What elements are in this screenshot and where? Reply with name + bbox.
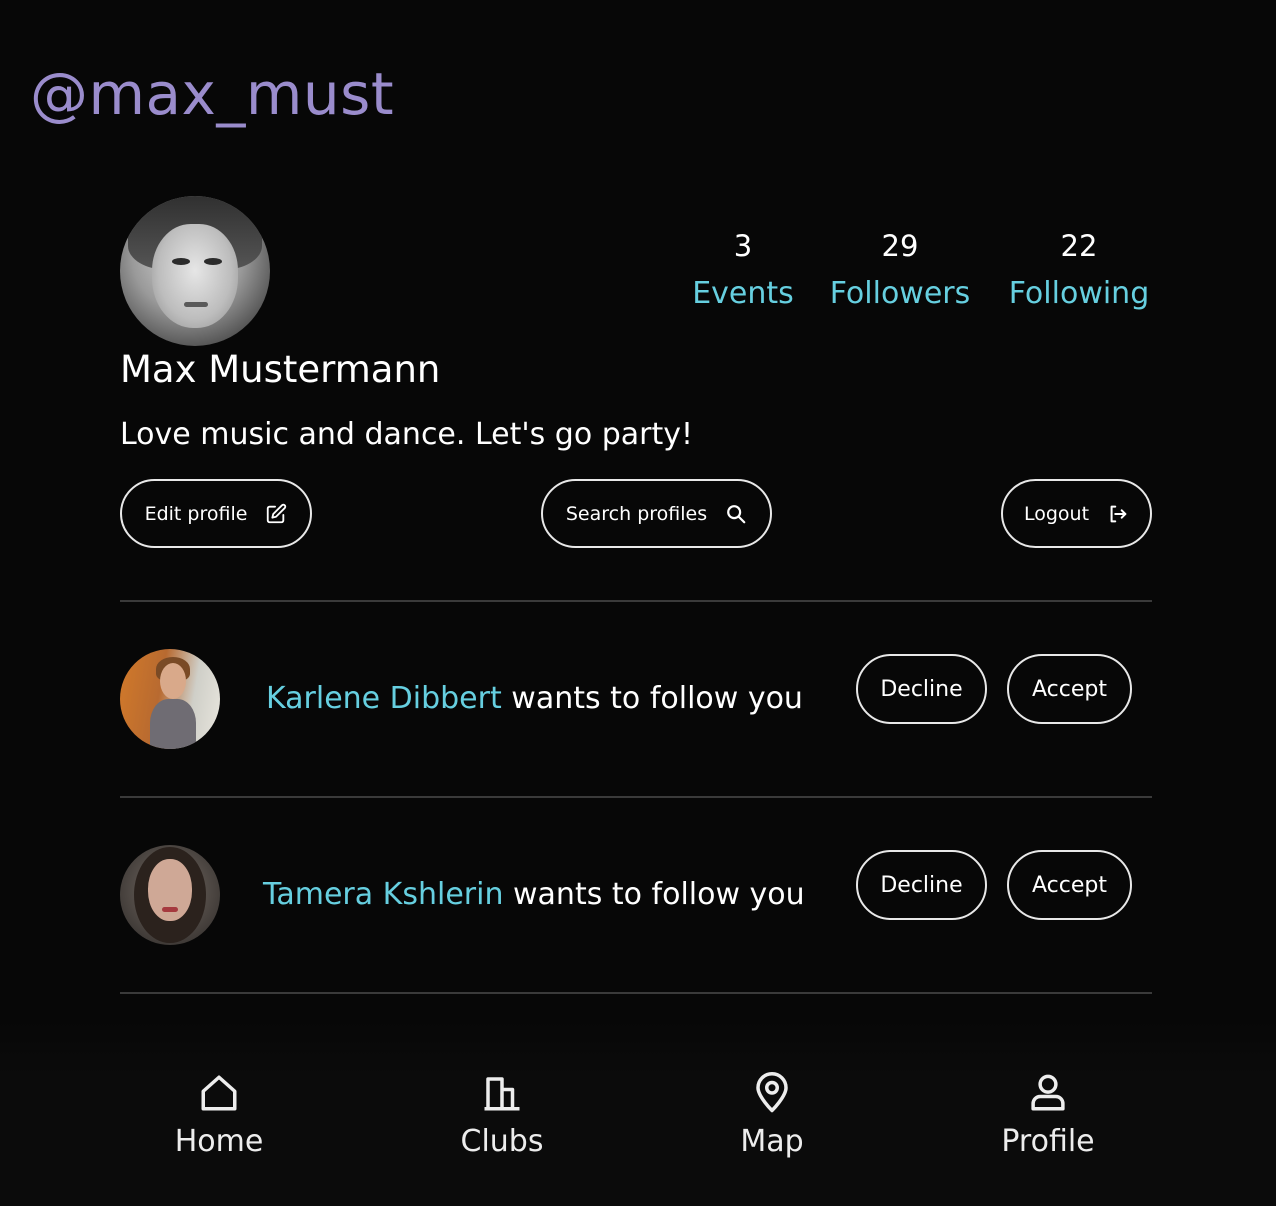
section-divider — [120, 992, 1152, 994]
avatar-eye-left — [172, 258, 190, 265]
nav-profile-label: Profile — [1001, 1124, 1095, 1159]
search-profiles-label: Search profiles — [565, 502, 708, 525]
follow-request-text: Tamera Kshlerin wants to follow you — [263, 874, 805, 916]
nav-home[interactable]: Home — [139, 1072, 299, 1162]
edit-profile-label: Edit profile — [144, 502, 248, 525]
map-pin-icon — [756, 1072, 788, 1113]
user-icon — [1031, 1074, 1065, 1111]
accept-button[interactable]: Accept — [1007, 850, 1132, 920]
home-icon — [201, 1075, 237, 1111]
profile-page: @max_must 3 Events 29 Followers 22 Follo… — [0, 0, 1276, 1206]
request-avatar[interactable] — [120, 845, 220, 945]
request-message: wants to follow you — [511, 681, 803, 716]
avatar-lips — [162, 907, 178, 912]
nav-clubs[interactable]: Clubs — [422, 1072, 582, 1162]
events-label[interactable]: Events — [680, 272, 806, 316]
section-divider — [120, 796, 1152, 798]
following-label[interactable]: Following — [1002, 272, 1156, 316]
stat-events[interactable]: 3 Events — [680, 226, 806, 316]
profile-stats: 3 Events 29 Followers 22 Following — [680, 226, 1160, 326]
logout-label: Logout — [1023, 502, 1090, 525]
avatar-body — [150, 699, 196, 749]
nav-profile[interactable]: Profile — [968, 1072, 1128, 1162]
avatar-head — [160, 663, 186, 699]
bottom-nav: Home Clubs Map Profile — [0, 1020, 1276, 1206]
following-count: 22 — [1060, 229, 1098, 263]
nav-map-label: Map — [740, 1124, 804, 1159]
stat-followers[interactable]: 29 Followers — [824, 226, 976, 316]
decline-button[interactable]: Decline — [856, 850, 987, 920]
request-avatar[interactable] — [120, 649, 220, 749]
building-icon — [484, 1077, 520, 1111]
logout-button[interactable]: Logout — [1001, 479, 1152, 548]
profile-bio: Love music and dance. Let's go party! — [120, 417, 694, 452]
stat-following[interactable]: 22 Following — [1002, 226, 1156, 316]
followers-label[interactable]: Followers — [824, 272, 976, 316]
nav-home-label: Home — [174, 1124, 264, 1159]
profile-avatar — [120, 196, 270, 346]
avatar-face — [152, 224, 238, 328]
avatar-mouth — [184, 302, 208, 307]
followers-count: 29 — [881, 229, 919, 263]
section-divider — [120, 600, 1152, 602]
edit-icon — [267, 503, 287, 523]
nav-map[interactable]: Map — [692, 1072, 852, 1162]
username-handle: @max_must — [30, 60, 395, 128]
nav-clubs-label: Clubs — [460, 1124, 544, 1159]
edit-profile-button[interactable]: Edit profile — [120, 479, 312, 548]
requester-name[interactable]: Tamera Kshlerin — [263, 877, 503, 912]
requester-name[interactable]: Karlene Dibbert — [266, 681, 502, 716]
events-count: 3 — [733, 229, 753, 263]
profile-name: Max Mustermann — [120, 348, 441, 391]
search-profiles-button[interactable]: Search profiles — [541, 479, 772, 548]
decline-button[interactable]: Decline — [856, 654, 987, 724]
logout-icon — [1110, 505, 1127, 522]
follow-request-text: Karlene Dibbert wants to follow you — [266, 678, 803, 720]
request-message: wants to follow you — [513, 877, 805, 912]
accept-button[interactable]: Accept — [1007, 654, 1132, 724]
avatar-eye-right — [204, 258, 222, 265]
search-icon — [727, 504, 746, 523]
